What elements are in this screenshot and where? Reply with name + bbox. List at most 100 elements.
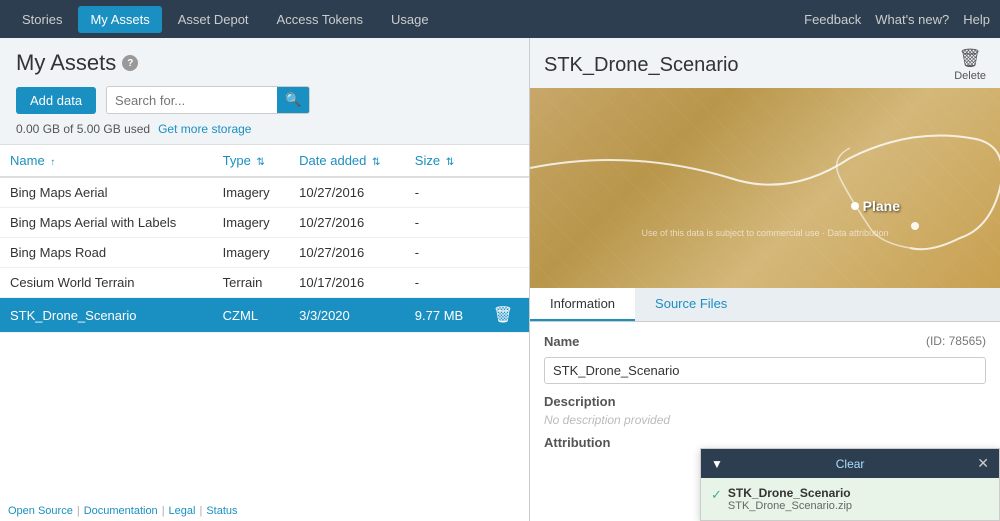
left-panel: My Assets ? Add data 🔍 0.00 GB of 5.00 G… [0,38,530,521]
table-row[interactable]: Bing Maps AerialImagery10/27/2016- [0,177,529,208]
tab-information[interactable]: Information [530,288,635,321]
storage-bar: 0.00 GB of 5.00 GB used Get more storage [16,122,513,136]
nav-item-usage[interactable]: Usage [379,6,441,33]
plane-dot [851,202,859,210]
nav-whats-new[interactable]: What's new? [875,12,949,27]
map-preview: Plane Use of this data is subject to com… [530,88,1000,288]
footer-documentation[interactable]: Documentation [84,505,158,517]
nav-left: Stories My Assets Asset Depot Access Tok… [10,6,441,33]
nav-feedback[interactable]: Feedback [804,12,861,27]
asset-size: - [405,177,483,208]
toolbar: Add data 🔍 [16,86,513,114]
clear-button[interactable]: Clear [836,457,865,471]
asset-type: CZML [213,298,289,333]
row-delete-cell [483,208,529,238]
asset-id: (ID: 78565) [926,334,986,348]
col-type[interactable]: Type ⇅ [213,145,289,177]
nav-help[interactable]: Help [963,12,990,27]
map-attribution: Use of this data is subject to commercia… [641,228,888,238]
footer-sep3: | [199,505,202,517]
delete-button[interactable]: 🗑 Delete [954,48,986,82]
name-row: Name (ID: 78565) [544,334,986,349]
help-icon[interactable]: ? [122,55,138,71]
info-tabs: Information Source Files [530,288,1000,322]
table-row[interactable]: Cesium World TerrainTerrain10/17/2016- [0,268,529,298]
nav-item-stories[interactable]: Stories [10,6,74,33]
sort-date-icon: ⇅ [372,157,380,168]
table-header-row: Name ↑ Type ⇅ Date added ⇅ Size ⇅ [0,145,529,177]
nav-item-my-assets[interactable]: My Assets [78,6,161,33]
asset-date: 10/27/2016 [289,238,405,268]
asset-type: Terrain [213,268,289,298]
asset-title: STK_Drone_Scenario [544,54,739,77]
search-input[interactable] [107,88,277,113]
asset-type: Imagery [213,177,289,208]
description-label: Description [544,394,986,409]
plane-label: Plane [851,198,900,214]
add-data-button[interactable]: Add data [16,87,96,114]
dropdown-item[interactable]: ✓ STK_Drone_Scenario STK_Drone_Scenario.… [701,478,999,520]
asset-size: 9.77 MB [405,298,483,333]
col-size[interactable]: Size ⇅ [405,145,483,177]
dropdown-overlay: ▼ Clear ✕ ✓ STK_Drone_Scenario STK_Drone… [700,448,1000,521]
sort-name-icon: ↑ [50,157,55,168]
table-row[interactable]: Bing Maps Aerial with LabelsImagery10/27… [0,208,529,238]
footer-legal[interactable]: Legal [169,505,196,517]
get-more-storage-link[interactable]: Get more storage [158,122,251,136]
footer-open-source[interactable]: Open Source [8,505,73,517]
asset-name: Bing Maps Aerial [0,177,213,208]
table-row[interactable]: Bing Maps RoadImagery10/27/2016- [0,238,529,268]
col-actions [483,145,529,177]
asset-date: 10/17/2016 [289,268,405,298]
col-date[interactable]: Date added ⇅ [289,145,405,177]
search-button[interactable]: 🔍 [277,87,309,113]
tab-source-files[interactable]: Source Files [635,288,747,321]
nav-item-asset-depot[interactable]: Asset Depot [166,6,261,33]
sort-size-icon: ⇅ [446,157,454,168]
top-nav: Stories My Assets Asset Depot Access Tok… [0,0,1000,38]
asset-size: - [405,238,483,268]
map-terrain: Plane Use of this data is subject to com… [530,88,1000,288]
row-delete-cell [483,268,529,298]
name-label: Name [544,334,579,349]
row-delete-icon[interactable]: 🗑 [493,307,513,324]
trash-icon: 🗑 [959,48,982,69]
page-title-area: My Assets ? [16,50,513,76]
info-content: Name (ID: 78565) Description No descript… [530,322,1000,521]
dropdown-arrow-icon[interactable]: ▼ [711,457,723,471]
footer: Open Source | Documentation | Legal | St… [0,501,246,521]
page-title: My Assets [16,50,116,76]
footer-status[interactable]: Status [206,505,237,517]
asset-date: 10/27/2016 [289,208,405,238]
footer-sep2: | [162,505,165,517]
asset-date: 3/3/2020 [289,298,405,333]
dropdown-header: ▼ Clear ✕ [701,449,999,478]
asset-name: Bing Maps Aerial with Labels [0,208,213,238]
description-placeholder: No description provided [544,413,986,427]
asset-name: Cesium World Terrain [0,268,213,298]
asset-name-field[interactable] [544,357,986,384]
col-name[interactable]: Name ↑ [0,145,213,177]
close-dropdown-button[interactable]: ✕ [977,455,989,472]
row-delete-cell [483,238,529,268]
table-row[interactable]: STK_Drone_ScenarioCZML3/3/20209.77 MB 🗑 [0,298,529,333]
asset-date: 10/27/2016 [289,177,405,208]
map-path-svg [530,88,1000,288]
asset-size: - [405,268,483,298]
nav-right: Feedback What's new? Help [804,12,990,27]
right-panel: STK_Drone_Scenario 🗑 Delete Plane [530,38,1000,521]
storage-text: 0.00 GB of 5.00 GB used [16,122,150,136]
dropdown-item-text: STK_Drone_Scenario STK_Drone_Scenario.zi… [728,486,852,512]
row-delete-cell: 🗑 [483,298,529,333]
asset-name: Bing Maps Road [0,238,213,268]
left-header: My Assets ? Add data 🔍 0.00 GB of 5.00 G… [0,38,529,145]
dropdown-header-left: ▼ [711,457,723,471]
nav-item-access-tokens[interactable]: Access Tokens [265,6,375,33]
asset-name: STK_Drone_Scenario [0,298,213,333]
assets-table: Name ↑ Type ⇅ Date added ⇅ Size ⇅ Bing M… [0,145,529,521]
dropdown-item-subtitle: STK_Drone_Scenario.zip [728,500,852,512]
check-icon: ✓ [711,487,722,503]
delete-label: Delete [954,70,986,82]
asset-size: - [405,208,483,238]
row-delete-cell [483,177,529,208]
